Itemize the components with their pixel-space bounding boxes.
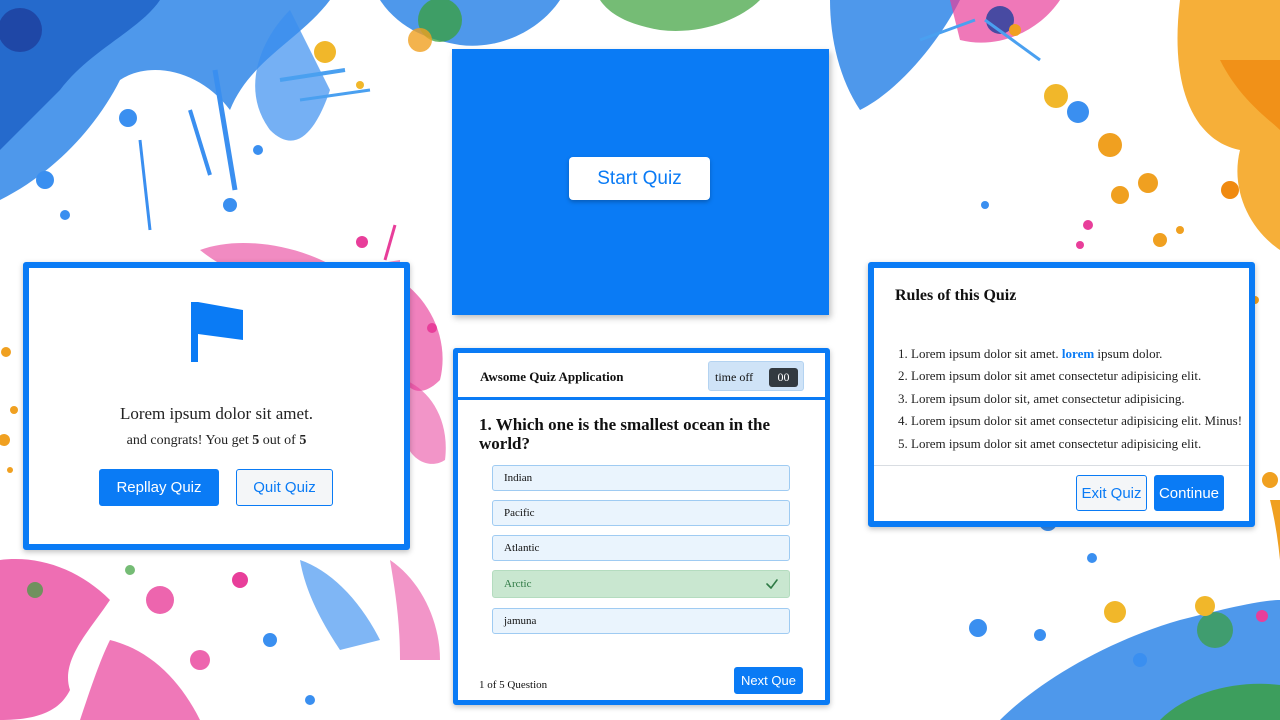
result-message: Lorem ipsum dolor sit amet. bbox=[119, 404, 314, 423]
option-arctic[interactable]: Arctic bbox=[492, 570, 790, 598]
option-label: Atlantic bbox=[504, 542, 540, 554]
score-total: 5 bbox=[299, 433, 307, 448]
quiz-header: Awsome Quiz Application time off 00 bbox=[458, 353, 825, 400]
quit-quiz-button[interactable]: Quit Quiz bbox=[236, 469, 333, 506]
timer-label: time off bbox=[715, 370, 754, 384]
flag-icon bbox=[191, 302, 243, 362]
option-pacific[interactable]: Pacific bbox=[492, 500, 790, 526]
quiz-title: Awsome Quiz Application bbox=[480, 369, 624, 384]
rule-item: 1. Lorem ipsum dolor sit amet. lorem ips… bbox=[898, 343, 1238, 365]
option-label: jamuna bbox=[504, 615, 537, 627]
question-text: 1. Which one is the smallest ocean in th… bbox=[479, 415, 771, 453]
continue-button[interactable]: Continue bbox=[1154, 475, 1224, 511]
timer: time off 00 bbox=[708, 361, 804, 391]
result-panel: Lorem ipsum dolor sit amet. and congrats… bbox=[23, 262, 410, 550]
start-quiz-button[interactable]: Start Quiz bbox=[569, 157, 710, 200]
replay-quiz-button[interactable]: Repllay Quiz bbox=[99, 469, 219, 506]
rule-item: 2. Lorem ipsum dolor sit amet consectetu… bbox=[898, 368, 1202, 384]
rules-title: Rules of this Quiz bbox=[895, 287, 1017, 304]
result-score-text: and congrats! You get 5 out of 5 bbox=[29, 433, 404, 449]
score-middle: out of bbox=[262, 433, 296, 448]
score-value: 5 bbox=[252, 433, 260, 448]
start-panel: Start Quiz bbox=[452, 49, 829, 315]
rules-panel: Rules of this Quiz 1. Lorem ipsum dolor … bbox=[868, 262, 1255, 527]
rule-text: ipsum dolor. bbox=[1094, 346, 1163, 361]
question-counter: 1 of 5 Question bbox=[479, 679, 548, 691]
quiz-panel: Awsome Quiz Application time off 00 1. W… bbox=[453, 348, 830, 705]
option-label: Arctic bbox=[504, 578, 532, 590]
rule-item: 3. Lorem ipsum dolor sit, amet consectet… bbox=[898, 390, 1185, 406]
score-prefix: and congrats! You get bbox=[126, 433, 249, 448]
option-label: Indian bbox=[504, 472, 533, 484]
option-atlantic[interactable]: Atlantic bbox=[492, 535, 790, 561]
option-jamuna[interactable]: jamuna bbox=[492, 608, 790, 634]
exit-quiz-button[interactable]: Exit Quiz bbox=[1076, 475, 1147, 511]
rule-highlight: lorem bbox=[1061, 346, 1095, 361]
rule-text: 1. Lorem ipsum dolor sit amet. bbox=[898, 346, 1062, 361]
check-icon bbox=[766, 579, 778, 589]
next-question-button[interactable]: Next Que bbox=[734, 667, 803, 694]
option-indian[interactable]: Indian bbox=[492, 465, 790, 491]
timer-seconds: 00 bbox=[769, 368, 798, 387]
rules-list: 1. Lorem ipsum dolor sit amet. lorem ips… bbox=[898, 343, 1243, 455]
divider bbox=[874, 465, 1249, 466]
rule-item: 4. Lorem ipsum dolor sit amet consectetu… bbox=[898, 413, 1243, 429]
option-label: Pacific bbox=[504, 507, 535, 519]
rule-item: 5. Lorem ipsum dolor sit amet consectetu… bbox=[898, 435, 1202, 451]
